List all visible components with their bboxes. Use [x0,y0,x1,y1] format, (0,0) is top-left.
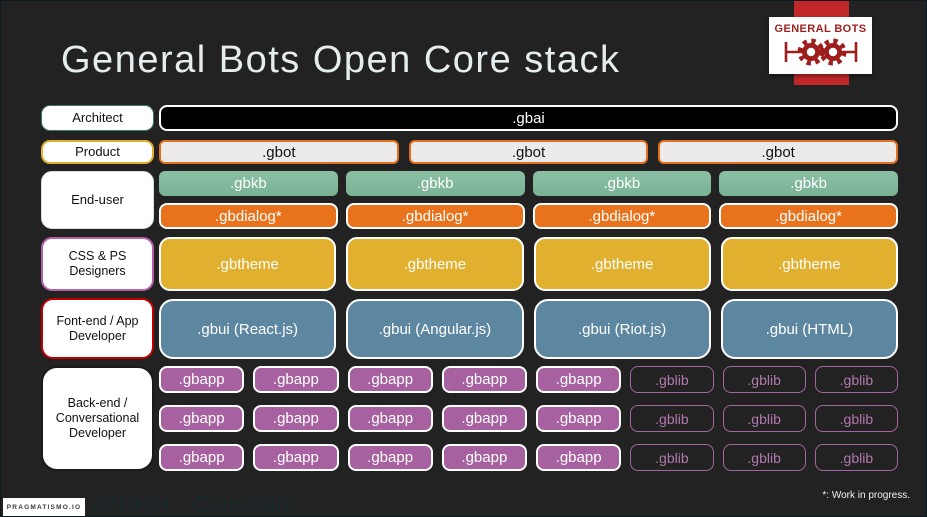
gblib-box: .gblib [630,444,714,471]
label-end-user: End-user [41,171,154,229]
gbdialog-box: .gbdialog* [719,203,898,229]
gbkb-box: .gbkb [719,171,898,196]
gbtheme-box: .gbtheme [720,237,898,291]
gbot-box: .gbot [408,140,649,164]
gbapp-box: .gbapp [253,444,339,471]
label-product: Product [41,140,154,164]
label-architect: Architect [41,105,154,131]
gbapp-box: .gbapp [159,405,245,432]
row-gbui: .gbui (React.js) .gbui (Angular.js) .gbu… [159,299,898,359]
label-backend-conversational-developer: Back-end / Conversational Developer [41,366,154,471]
pragmatismo-brand-text: PRAGMATISMO.IO [6,504,82,511]
gblib-box: .gblib [630,366,714,393]
gbtheme-box: .gbtheme [533,237,711,291]
gblib-box: .gblib [722,405,806,432]
gbapp-box: .gbapp [441,444,527,471]
gblib-box: .gblib [814,405,898,432]
gbui-html-box: .gbui (HTML) [720,299,898,359]
gbkb-box: .gbkb [159,171,338,196]
gbui-riot-box: .gbui (Riot.js) [533,299,711,359]
gbapp-box: .gbapp [253,366,339,393]
gbai-box: .gbai [159,105,898,131]
slide-title: General Bots Open Core stack [61,39,621,81]
gbdialog-box: .gbdialog* [345,203,525,229]
gbkb-box: .gbkb [345,171,525,196]
label-css-ps-designers: CSS & PS Designers [41,237,154,291]
gbtheme-box: .gbtheme [346,237,524,291]
row-gbdialog: .gbdialog* .gbdialog* .gbdialog* .gbdial… [159,203,898,229]
label-frontend-app-developer: Font-end / App Developer [41,298,154,359]
gblib-box: .gblib [722,366,806,393]
row-gbkb: .gbkb .gbkb .gbkb .gbkb [159,171,898,196]
general-bots-logo: GENERAL BOTS [769,17,872,74]
footer-caption: 2018Q4 - Corporate [91,493,296,516]
row-gbapp-3: .gbapp .gbapp .gbapp .gbapp .gbapp .gbli… [159,444,898,471]
gbui-angular-box: .gbui (Angular.js) [346,299,524,359]
slide: General Bots Open Core stack GENERAL BOT… [0,0,927,517]
gbapp-box: .gbapp [536,444,622,471]
gbapp-box: .gbapp [253,405,339,432]
gbapp-box: .gbapp [347,405,433,432]
gbapp-box: .gbapp [441,366,527,393]
gbdialog-box: .gbdialog* [159,203,338,229]
gblib-box: .gblib [814,366,898,393]
gbapp-box: .gbapp [347,366,433,393]
gblib-box: .gblib [814,444,898,471]
pragmatismo-brand-box: PRAGMATISMO.IO [3,498,85,516]
logo-brand-text: GENERAL BOTS [774,23,867,35]
gbui-react-box: .gbui (React.js) [159,299,337,359]
gblib-box: .gblib [722,444,806,471]
row-gbai: .gbai [159,105,898,131]
gbapp-box: .gbapp [347,444,433,471]
gbapp-box: .gbapp [159,366,245,393]
gblib-box: .gblib [630,405,714,432]
gbapp-box: .gbapp [441,405,527,432]
gbot-box: .gbot [658,140,899,164]
row-gbapp-1: .gbapp .gbapp .gbapp .gbapp .gbapp .gbli… [159,366,898,393]
gbkb-box: .gbkb [532,171,712,196]
gbapp-box: .gbapp [536,366,622,393]
gbtheme-box: .gbtheme [159,237,337,291]
row-gbtheme: .gbtheme .gbtheme .gbtheme .gbtheme [159,237,898,291]
work-in-progress-footnote: *: Work in progress. [822,490,910,501]
row-gbot: .gbot .gbot .gbot [159,140,899,164]
gbapp-box: .gbapp [159,444,245,471]
row-gbapp-2: .gbapp .gbapp .gbapp .gbapp .gbapp .gbli… [159,405,898,432]
gbapp-box: .gbapp [536,405,622,432]
gbot-box: .gbot [159,140,399,164]
gbdialog-box: .gbdialog* [532,203,712,229]
gears-icon [784,38,857,66]
